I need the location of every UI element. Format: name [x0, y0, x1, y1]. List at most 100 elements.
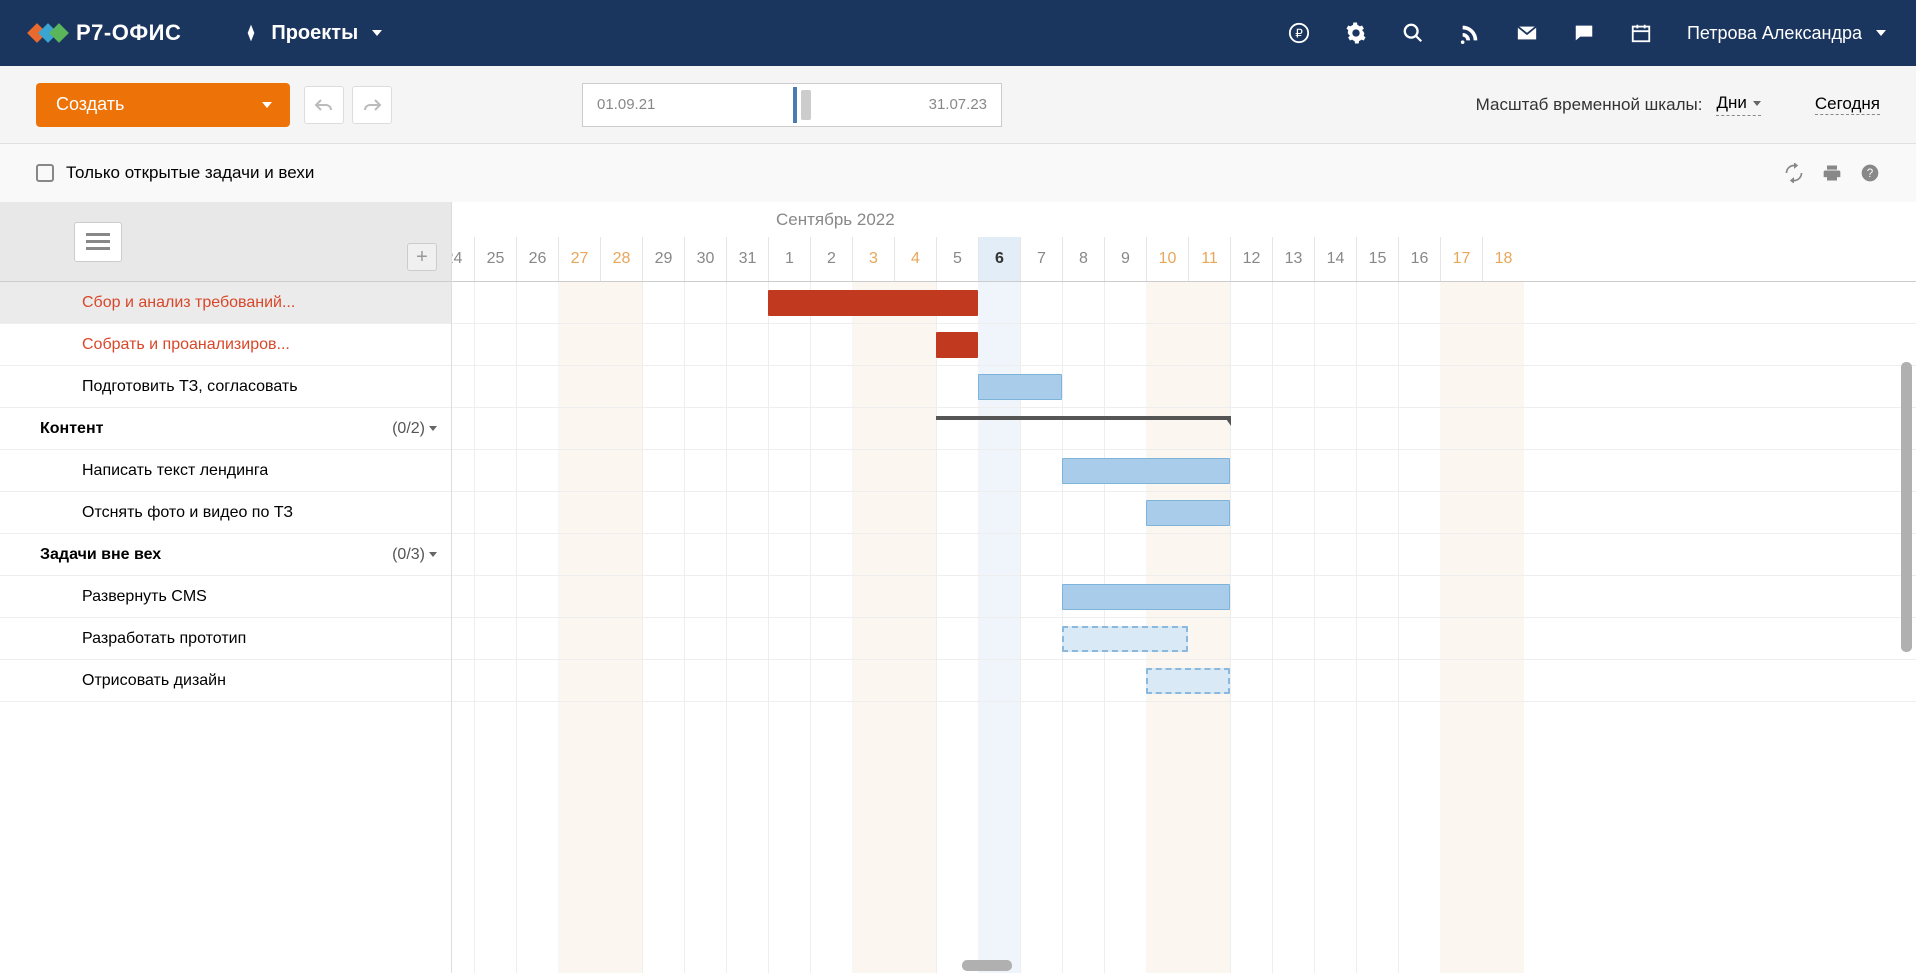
- task-count[interactable]: (0/2): [392, 420, 437, 438]
- mail-icon[interactable]: [1516, 22, 1538, 44]
- chat-icon[interactable]: [1573, 22, 1595, 44]
- day-cell[interactable]: 15: [1356, 237, 1398, 281]
- scale-select[interactable]: Дни: [1716, 93, 1760, 116]
- day-cell[interactable]: 3: [852, 237, 894, 281]
- task-row[interactable]: Развернуть CMS: [0, 576, 451, 618]
- chevron-down-icon: [1876, 30, 1886, 36]
- day-cell[interactable]: 9: [1104, 237, 1146, 281]
- day-cell[interactable]: 8: [1062, 237, 1104, 281]
- day-cell[interactable]: 27: [558, 237, 600, 281]
- day-cell[interactable]: 26: [516, 237, 558, 281]
- day-row: 2425262728293031123456789101112131415161…: [452, 237, 1524, 281]
- task-row[interactable]: Отрисовать дизайн: [0, 660, 451, 702]
- currency-icon[interactable]: ₽: [1288, 22, 1310, 44]
- logo[interactable]: Р7-ОФИС: [30, 20, 181, 46]
- gantt-bar[interactable]: [1062, 626, 1188, 652]
- task-row[interactable]: Отснять фото и видео по ТЗ: [0, 492, 451, 534]
- milestone-bar[interactable]: [936, 416, 1230, 420]
- slider-marker-icon: [793, 87, 797, 123]
- filter-actions: ?: [1784, 163, 1880, 183]
- filter-bar: Только открытые задачи и вехи ?: [0, 144, 1916, 202]
- checkbox-icon: [36, 164, 54, 182]
- day-cell[interactable]: 5: [936, 237, 978, 281]
- day-cell[interactable]: 24: [452, 237, 474, 281]
- day-cell[interactable]: 28: [600, 237, 642, 281]
- grid-row: [452, 366, 1916, 408]
- horizontal-scrollbar[interactable]: [962, 960, 1012, 971]
- task-row[interactable]: Сбор и анализ требований...: [0, 282, 451, 324]
- nav-projects[interactable]: Проекты: [241, 22, 382, 45]
- calendar-icon[interactable]: [1630, 22, 1652, 44]
- day-cell[interactable]: 2: [810, 237, 852, 281]
- day-cell[interactable]: 7: [1020, 237, 1062, 281]
- task-name: Сбор и анализ требований...: [82, 294, 295, 312]
- compass-icon: [241, 23, 261, 43]
- day-cell[interactable]: 12: [1230, 237, 1272, 281]
- redo-button[interactable]: [352, 86, 392, 124]
- day-cell[interactable]: 11: [1188, 237, 1230, 281]
- day-cell[interactable]: 14: [1314, 237, 1356, 281]
- undo-button[interactable]: [304, 86, 344, 124]
- task-row[interactable]: Собрать и проанализиров...: [0, 324, 451, 366]
- user-menu[interactable]: Петрова Александра: [1687, 23, 1886, 44]
- task-panel-menu-button[interactable]: [74, 222, 122, 262]
- task-row[interactable]: Подготовить ТЗ, согласовать: [0, 366, 451, 408]
- help-icon[interactable]: ?: [1860, 163, 1880, 183]
- slider-end-date: 31.07.23: [929, 96, 987, 113]
- day-cell[interactable]: 31: [726, 237, 768, 281]
- gantt-bar[interactable]: [978, 374, 1062, 400]
- logo-mark-icon: [30, 26, 66, 40]
- svg-text:?: ?: [1867, 167, 1874, 180]
- feed-icon[interactable]: [1459, 22, 1481, 44]
- task-name: Контент: [40, 420, 103, 438]
- only-open-checkbox[interactable]: Только открытые задачи и вехи: [36, 163, 314, 183]
- refresh-icon[interactable]: [1784, 163, 1804, 183]
- gantt-bar[interactable]: [936, 332, 978, 358]
- day-cell[interactable]: 18: [1482, 237, 1524, 281]
- create-button[interactable]: Создать: [36, 83, 290, 127]
- day-cell[interactable]: 10: [1146, 237, 1188, 281]
- day-cell[interactable]: 30: [684, 237, 726, 281]
- slider-handle[interactable]: [801, 90, 811, 120]
- timeline-header: Сентябрь 2022 24252627282930311234567891…: [452, 202, 1916, 282]
- slider-start-date: 01.09.21: [597, 96, 655, 113]
- nav-projects-label: Проекты: [271, 22, 358, 45]
- task-row[interactable]: Написать текст лендинга: [0, 450, 451, 492]
- day-cell[interactable]: 1: [768, 237, 810, 281]
- task-row[interactable]: Разработать прототип: [0, 618, 451, 660]
- gantt-bar[interactable]: [1062, 584, 1230, 610]
- timeline-body[interactable]: [452, 282, 1916, 973]
- gear-icon[interactable]: [1345, 22, 1367, 44]
- header-actions: ₽ Петрова Александра: [1288, 22, 1886, 44]
- day-cell[interactable]: 17: [1440, 237, 1482, 281]
- vertical-scrollbar[interactable]: [1901, 362, 1912, 652]
- task-row[interactable]: Контент (0/2): [0, 408, 451, 450]
- gantt-bar[interactable]: [768, 290, 978, 316]
- task-count[interactable]: (0/3): [392, 546, 437, 564]
- day-cell[interactable]: 16: [1398, 237, 1440, 281]
- day-cell[interactable]: 25: [474, 237, 516, 281]
- chevron-down-icon: [372, 30, 382, 36]
- task-list: Сбор и анализ требований... Собрать и про…: [0, 282, 451, 702]
- gantt-bar[interactable]: [1146, 668, 1230, 694]
- timeline-range-slider[interactable]: 01.09.21 31.07.23: [582, 83, 1002, 127]
- gantt-bar[interactable]: [1146, 500, 1230, 526]
- task-row[interactable]: Задачи вне вех(0/3): [0, 534, 451, 576]
- day-cell[interactable]: 13: [1272, 237, 1314, 281]
- day-cell[interactable]: 4: [894, 237, 936, 281]
- today-link[interactable]: Сегодня: [1815, 94, 1880, 115]
- add-task-button[interactable]: +: [407, 243, 437, 271]
- grid-row: [452, 534, 1916, 576]
- day-cell[interactable]: 6: [978, 237, 1020, 281]
- search-icon[interactable]: [1402, 22, 1424, 44]
- scale-label: Масштаб временной шкалы:: [1476, 95, 1703, 115]
- grid-row: [452, 282, 1916, 324]
- task-name: Отрисовать дизайн: [82, 672, 226, 690]
- task-name: Собрать и проанализиров...: [82, 336, 290, 354]
- print-icon[interactable]: [1822, 163, 1842, 183]
- task-name: Развернуть CMS: [82, 588, 207, 606]
- chevron-down-icon: [1753, 101, 1761, 106]
- gantt-bar[interactable]: [1062, 458, 1230, 484]
- logo-text: Р7-ОФИС: [76, 20, 181, 46]
- day-cell[interactable]: 29: [642, 237, 684, 281]
